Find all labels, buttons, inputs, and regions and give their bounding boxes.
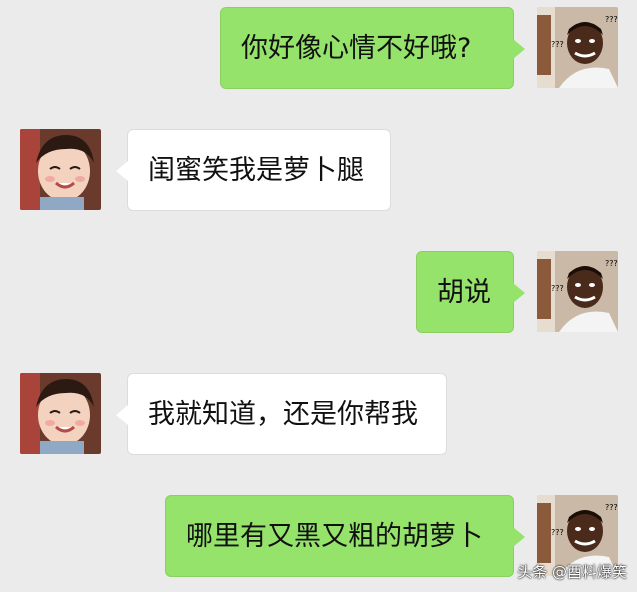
confused-man-avatar-icon[interactable]: ??? ??? <box>537 251 618 332</box>
smiling-child-avatar-icon[interactable] <box>20 129 101 210</box>
question-marks: ??? <box>605 259 618 268</box>
message-text: 你好像心情不好哦? <box>241 33 472 64</box>
svg-text:???: ??? <box>551 40 564 49</box>
smiling-child-avatar-icon[interactable] <box>20 373 101 454</box>
message-bubble-received[interactable]: 我就知道，还是你帮我 <box>116 373 447 455</box>
question-marks: ??? <box>605 15 618 24</box>
svg-text:???: ??? <box>551 284 564 293</box>
message-bubble-received[interactable]: 闺蜜笑我是萝卜腿 <box>116 129 391 211</box>
message-bubble-sent[interactable]: 胡说 <box>416 251 525 333</box>
watermark: 头条 @酉料爆笑 <box>517 563 627 581</box>
message-text: 闺蜜笑我是萝卜腿 <box>148 155 364 186</box>
message-bubble-sent[interactable]: 哪里有又黑又粗的胡萝卜 <box>165 495 525 577</box>
svg-text:???: ??? <box>551 528 564 537</box>
message-text: 我就知道，还是你帮我 <box>148 399 418 430</box>
message-text: 胡说 <box>437 277 491 308</box>
question-marks: ??? <box>605 503 618 512</box>
message-bubble-sent[interactable]: 你好像心情不好哦? <box>220 7 525 89</box>
confused-man-avatar-icon[interactable]: ??? ??? <box>537 7 618 88</box>
message-text: 哪里有又黑又粗的胡萝卜 <box>186 521 483 552</box>
